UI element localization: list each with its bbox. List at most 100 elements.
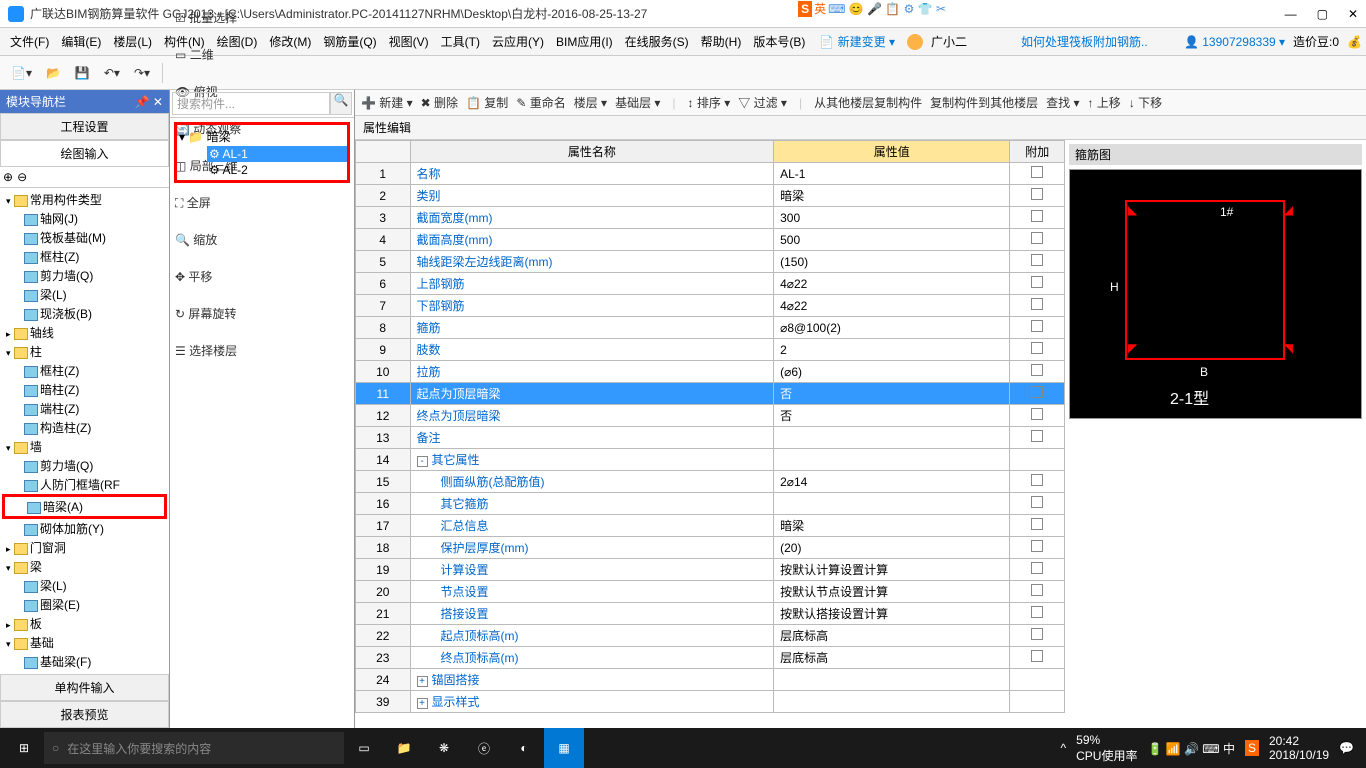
tab-draw-input[interactable]: 绘图输入: [0, 140, 169, 167]
prop-row[interactable]: 6 上部钢筋 4⌀22: [356, 273, 1065, 295]
prop-row[interactable]: 16 其它箍筋: [356, 493, 1065, 515]
menu-item[interactable]: 文件(F): [4, 32, 55, 52]
close-button[interactable]: ✕: [1348, 7, 1358, 21]
save-icon[interactable]: 💾: [70, 63, 95, 83]
toolbar-从其他楼层复制构件[interactable]: 从其他楼层复制构件: [814, 94, 922, 111]
menu-item[interactable]: 版本号(B): [747, 32, 811, 52]
menu-item[interactable]: 钢筋量(Q): [317, 32, 382, 52]
prop-row[interactable]: 39 +显示样式: [356, 691, 1065, 713]
prop-row[interactable]: 17 汇总信息 暗梁: [356, 515, 1065, 537]
expand-icon[interactable]: ⊕: [3, 170, 13, 184]
prop-row[interactable]: 14 -其它属性: [356, 449, 1065, 471]
tree-node[interactable]: ▸ 轴线: [2, 323, 167, 342]
toolbar-楼层[interactable]: 楼层 ▾: [574, 94, 607, 111]
undo-icon[interactable]: ↶▾: [99, 63, 125, 83]
app-icon-1[interactable]: ❋: [424, 728, 464, 768]
tree-node[interactable]: 现浇板(B): [2, 304, 167, 323]
tree-node[interactable]: 筏板基础(M): [2, 228, 167, 247]
toolbar-上移[interactable]: ↑ 上移: [1087, 94, 1120, 111]
tree-node[interactable]: 砌体加筋(Y): [2, 519, 167, 538]
prop-row[interactable]: 11 起点为顶层暗梁 否: [356, 383, 1065, 405]
tab-report-preview[interactable]: 报表预览: [0, 701, 169, 728]
tree-node[interactable]: ▾ 梁: [2, 557, 167, 576]
property-table[interactable]: 属性名称 属性值 附加 1 名称 AL-1 2 类别 暗梁 3 截面宽度(mm)…: [355, 140, 1065, 713]
tree-node[interactable]: 人防门框墙(RF: [2, 475, 167, 494]
menu-item[interactable]: 在线服务(S): [619, 32, 695, 52]
tree-node[interactable]: ▾ 常用构件类型: [2, 190, 167, 209]
toolbar-基础层[interactable]: 基础层 ▾: [615, 94, 660, 111]
component-root[interactable]: ▾ 📁 暗梁: [177, 127, 347, 146]
tree-node[interactable]: 框柱(Z): [2, 247, 167, 266]
prop-row[interactable]: 9 肢数 2: [356, 339, 1065, 361]
task-view-icon[interactable]: ▭: [344, 728, 384, 768]
notification-icon[interactable]: 💬: [1339, 741, 1354, 755]
tray-icons[interactable]: 🔋 📶 🔊 ⌨ 中: [1147, 740, 1234, 757]
menu-item[interactable]: 视图(V): [383, 32, 435, 52]
new-file-icon[interactable]: 📄▾: [6, 63, 37, 83]
clock[interactable]: 20:422018/10/19: [1269, 734, 1329, 762]
tab-single-input[interactable]: 单构件输入: [0, 674, 169, 701]
maximize-button[interactable]: ▢: [1317, 7, 1328, 21]
tree-node[interactable]: ▸ 板: [2, 614, 167, 633]
prop-row[interactable]: 7 下部钢筋 4⌀22: [356, 295, 1065, 317]
toolbar-删除[interactable]: ✖ 删除: [421, 94, 458, 111]
tree-node[interactable]: 暗梁(A): [2, 494, 167, 519]
tree-node[interactable]: 构造柱(Z): [2, 418, 167, 437]
tree-node[interactable]: 基础梁(F): [2, 652, 167, 671]
edge-icon[interactable]: ⓔ: [464, 728, 504, 768]
tree-node[interactable]: 框柱(Z): [2, 361, 167, 380]
tree-node[interactable]: 剪力墙(Q): [2, 266, 167, 285]
menu-item[interactable]: 修改(M): [263, 32, 317, 52]
tree-node[interactable]: ▾ 墙: [2, 437, 167, 456]
prop-row[interactable]: 21 搭接设置 按默认搭接设置计算: [356, 603, 1065, 625]
tree-node[interactable]: 梁(L): [2, 576, 167, 595]
help-link[interactable]: 如何处理筏板附加钢筋..: [1015, 30, 1154, 53]
toolbar-查找[interactable]: 查找 ▾: [1046, 94, 1079, 111]
pin-icon[interactable]: 📌 ✕: [135, 95, 163, 109]
toolbar-重命名[interactable]: ✎ 重命名: [516, 94, 565, 111]
tree-node[interactable]: 暗柱(Z): [2, 380, 167, 399]
prop-row[interactable]: 2 类别 暗梁: [356, 185, 1065, 207]
tray-up-icon[interactable]: ^: [1061, 741, 1067, 755]
collapse-icon[interactable]: ⊖: [17, 170, 27, 184]
component-type-tree[interactable]: ▾ 常用构件类型轴网(J)筏板基础(M)框柱(Z)剪力墙(Q)梁(L)现浇板(B…: [0, 188, 169, 674]
cortana-search[interactable]: ○ 在这里输入你要搜索的内容: [44, 732, 344, 764]
search-input[interactable]: 搜索构件...: [172, 92, 330, 115]
prop-row[interactable]: 1 名称 AL-1: [356, 163, 1065, 185]
active-app-icon[interactable]: ▦: [544, 728, 584, 768]
menu-item[interactable]: 云应用(Y): [486, 32, 550, 52]
menu-item[interactable]: 楼层(L): [107, 32, 158, 52]
tree-node[interactable]: 梁(L): [2, 285, 167, 304]
prop-row[interactable]: 5 轴线距梁左边线距离(mm) (150): [356, 251, 1065, 273]
tab-project-settings[interactable]: 工程设置: [0, 113, 169, 140]
prop-row[interactable]: 23 终点顶标高(m) 层底标高: [356, 647, 1065, 669]
prop-row[interactable]: 20 节点设置 按默认节点设置计算: [356, 581, 1065, 603]
tree-node[interactable]: 圈梁(E): [2, 595, 167, 614]
tree-node[interactable]: ▸ 门窗洞: [2, 538, 167, 557]
user-short[interactable]: 广小二: [925, 30, 973, 53]
prop-row[interactable]: 22 起点顶标高(m) 层底标高: [356, 625, 1065, 647]
prop-row[interactable]: 10 拉筋 (⌀6): [356, 361, 1065, 383]
prop-row[interactable]: 8 箍筋 ⌀8@100(2): [356, 317, 1065, 339]
prop-row[interactable]: 3 截面宽度(mm) 300: [356, 207, 1065, 229]
toolbar-下移[interactable]: ↓ 下移: [1129, 94, 1162, 111]
prop-row[interactable]: 19 计算设置 按默认计算设置计算: [356, 559, 1065, 581]
search-button[interactable]: 🔍: [330, 92, 352, 115]
menu-item[interactable]: 帮助(H): [695, 32, 748, 52]
prop-row[interactable]: 24 +锚固搭接: [356, 669, 1065, 691]
toolbar-二维[interactable]: ▭ 二维: [170, 43, 258, 66]
open-icon[interactable]: 📂: [41, 63, 66, 83]
tree-node[interactable]: 剪力墙(Q): [2, 456, 167, 475]
prop-row[interactable]: 18 保护层厚度(mm) (20): [356, 537, 1065, 559]
minimize-button[interactable]: —: [1285, 7, 1297, 21]
toolbar-复制[interactable]: 📋 复制: [466, 94, 508, 111]
phone-number[interactable]: 👤 13907298339 ▾: [1184, 35, 1285, 49]
component-al1[interactable]: ⚙ AL-1: [207, 146, 347, 162]
prop-row[interactable]: 15 侧面纵筋(总配筋值) 2⌀14: [356, 471, 1065, 493]
toolbar-批量选择[interactable]: ☑ 批量选择: [170, 6, 258, 29]
tree-node[interactable]: ▾ 柱: [2, 342, 167, 361]
prop-row[interactable]: 4 截面高度(mm) 500: [356, 229, 1065, 251]
toolbar-复制构件到其他楼层[interactable]: 复制构件到其他楼层: [930, 94, 1038, 111]
sogou-tray-icon[interactable]: S: [1245, 740, 1259, 756]
component-instance-tree[interactable]: ▾ 📁 暗梁 ⚙ AL-1 ⚙ AL-2: [170, 118, 354, 728]
